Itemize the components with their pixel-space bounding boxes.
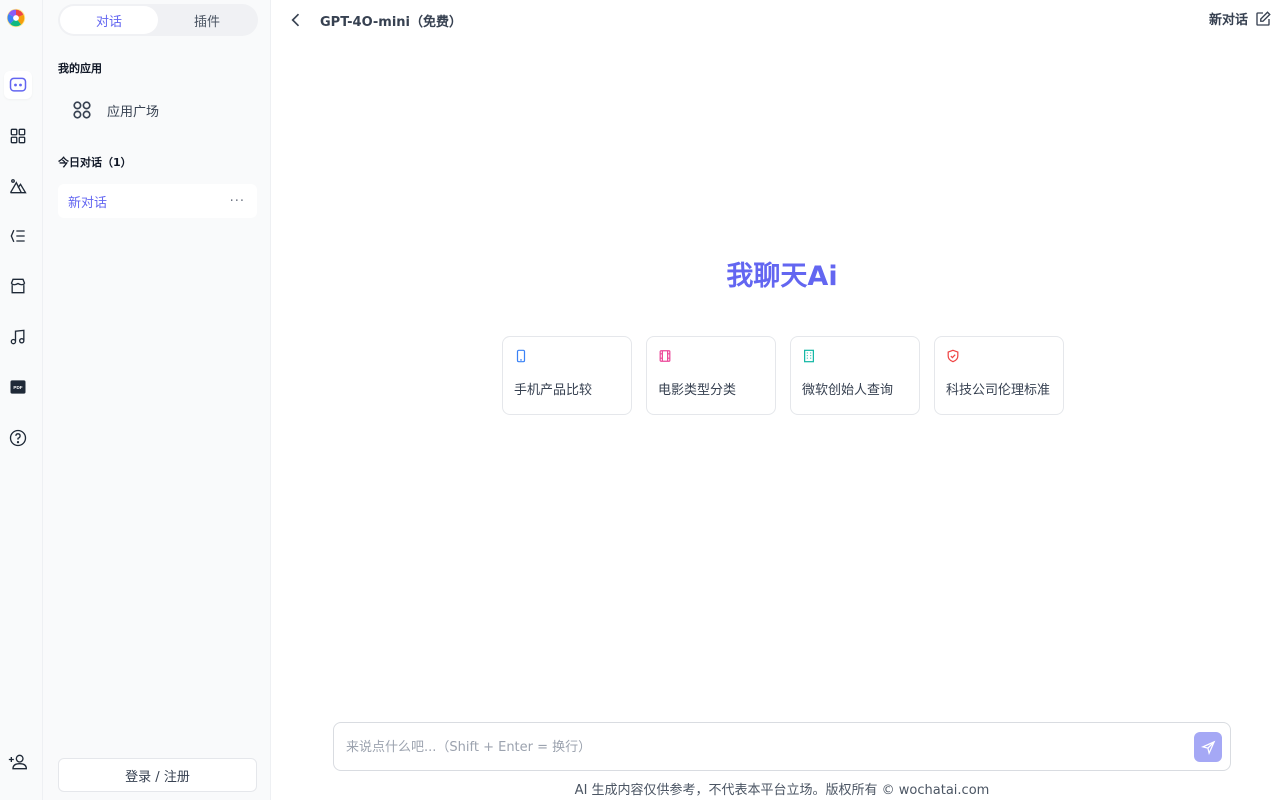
hero-title: 我聊天Ai <box>726 261 838 292</box>
svg-text:PDF: PDF <box>13 385 22 390</box>
tab-plugins[interactable]: 插件 <box>158 6 256 34</box>
suggestion-card[interactable]: 电影类型分类 <box>646 336 776 415</box>
back-icon[interactable] <box>286 10 306 30</box>
icon-rail: PDF <box>0 0 43 800</box>
store-icon[interactable] <box>4 272 32 300</box>
building-icon <box>804 349 814 363</box>
phone-icon <box>516 349 526 363</box>
film-icon <box>659 350 671 362</box>
my-apps-heading: 我的应用 <box>58 62 102 75</box>
grid-icon[interactable] <box>4 122 32 150</box>
help-icon[interactable] <box>4 424 32 452</box>
apps-icon <box>73 101 91 119</box>
shield-icon <box>947 349 959 363</box>
send-icon <box>1200 740 1215 755</box>
conversation-item[interactable]: 新对话 ··· <box>58 184 257 218</box>
new-chat-button[interactable]: 新对话 <box>1209 9 1272 28</box>
mindmap-icon[interactable] <box>4 222 32 250</box>
app-plaza-label: 应用广场 <box>107 104 160 120</box>
suggestion-label: 电影类型分类 <box>658 383 737 398</box>
user-plus-icon[interactable] <box>4 748 32 776</box>
chat-input[interactable] <box>346 733 1176 761</box>
tab-chat[interactable]: 对话 <box>60 6 158 34</box>
footer-disclaimer: AI 生成内容仅供参考，不代表本平台立场。版权所有 © wochatai.com <box>574 783 990 798</box>
more-options-button[interactable]: ··· <box>230 194 245 209</box>
chat-icon[interactable] <box>4 71 32 99</box>
send-button[interactable] <box>1194 732 1222 762</box>
conversation-label: 新对话 <box>68 195 108 211</box>
edit-icon <box>1256 10 1271 26</box>
pdf-icon[interactable]: PDF <box>4 373 32 401</box>
suggestion-card[interactable]: 手机产品比较 <box>502 336 632 415</box>
app-plaza-item[interactable]: 应用广场 <box>71 96 159 124</box>
suggestion-label: 微软创始人查询 <box>802 383 894 398</box>
logo-icon[interactable] <box>6 8 28 30</box>
chat-input-box <box>333 722 1231 771</box>
image-icon[interactable] <box>4 172 32 200</box>
suggestion-card[interactable]: 科技公司伦理标准 <box>934 336 1064 415</box>
main-panel: GPT-4O-mini（免费） 新对话 我聊天Ai 手机产品比较 电影类型分类 … <box>272 0 1280 800</box>
suggestion-label: 手机产品比较 <box>514 383 593 398</box>
music-icon[interactable] <box>4 323 32 351</box>
suggestion-label: 科技公司伦理标准 <box>946 383 1051 398</box>
login-button[interactable]: 登录 / 注册 <box>58 758 257 792</box>
model-title[interactable]: GPT-4O-mini（免费） <box>320 11 462 30</box>
sidebar-tabs: 对话 插件 <box>58 4 258 36</box>
today-heading: 今日对话（1） <box>58 156 132 169</box>
sidebar: 对话 插件 我的应用 应用广场 今日对话（1） 新对话 ··· 登录 / 注册 <box>43 0 271 800</box>
header: GPT-4O-mini（免费） 新对话 <box>272 0 1280 40</box>
suggestion-card[interactable]: 微软创始人查询 <box>790 336 920 415</box>
suggestion-cards: 手机产品比较 电影类型分类 微软创始人查询 科技公司伦理标准 <box>502 336 1064 415</box>
new-chat-label: 新对话 <box>1208 13 1248 28</box>
